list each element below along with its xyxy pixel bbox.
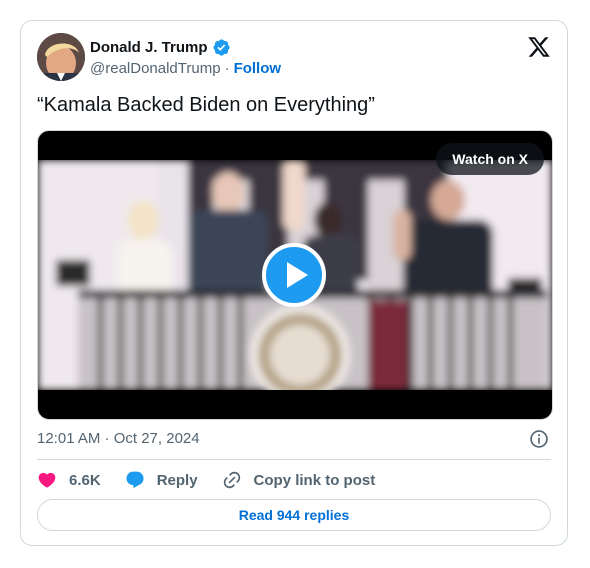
video-player[interactable]: Watch on X — [37, 130, 553, 420]
watch-on-x-button[interactable]: Watch on X — [436, 143, 544, 175]
separator-dot: · — [224, 60, 230, 77]
avatar-image — [37, 33, 85, 81]
author-name-row: Donald J. Trump — [90, 38, 231, 57]
like-button[interactable]: 6.6K — [37, 468, 101, 492]
like-count: 6.6K — [69, 471, 101, 489]
post-timestamp[interactable]: 12:01 AM · Oct 27, 2024 — [37, 430, 200, 447]
read-replies-button[interactable]: Read 944 replies — [37, 499, 551, 531]
reply-button[interactable]: Reply — [125, 468, 198, 492]
copy-link-button[interactable]: Copy link to post — [222, 468, 376, 492]
action-bar: 6.6K Reply Copy link to post — [37, 468, 375, 492]
avatar[interactable] — [37, 33, 85, 81]
play-icon[interactable] — [262, 243, 326, 307]
tweet-card: Donald J. Trump @realDonaldTrump · Follo… — [20, 20, 568, 546]
link-icon — [223, 471, 240, 489]
reply-label: Reply — [156, 471, 198, 489]
author-handle[interactable]: @realDonaldTrump — [90, 60, 221, 77]
divider — [37, 459, 551, 460]
heart-icon — [38, 472, 56, 488]
reply-bubble-icon — [126, 471, 144, 489]
info-icon[interactable] — [529, 429, 549, 449]
tweet-text: “Kamala Backed Biden on Everything” — [37, 94, 375, 116]
follow-button[interactable]: Follow — [234, 60, 282, 77]
verified-badge-icon — [212, 38, 231, 57]
copy-link-label: Copy link to post — [253, 471, 376, 489]
x-logo-icon[interactable] — [527, 35, 551, 59]
author-name[interactable]: Donald J. Trump — [90, 39, 208, 56]
author-handle-row: @realDonaldTrump · Follow — [90, 60, 281, 77]
